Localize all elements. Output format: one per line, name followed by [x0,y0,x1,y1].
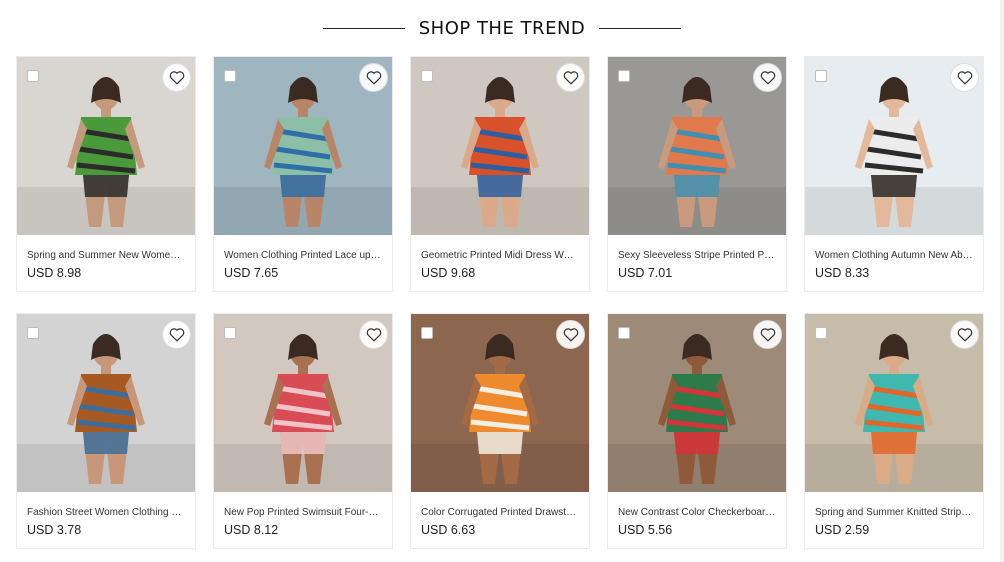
product-title[interactable]: Spring and Summer New Women r... [27,250,185,262]
select-checkbox[interactable] [421,327,433,339]
wishlist-button[interactable] [359,320,388,349]
heart-icon [366,328,381,342]
heart-icon [563,328,578,342]
product-image[interactable] [411,314,589,492]
product-info: Geometric Printed Midi Dress Wom... USD 9… [411,235,589,281]
product-price: USD 7.01 [618,266,673,280]
product-title[interactable]: Women Clothing Autumn New Abs... [815,250,973,262]
heart-icon [169,71,184,85]
product-image[interactable] [214,57,392,235]
wishlist-button[interactable] [162,63,191,92]
wishlist-button[interactable] [556,320,585,349]
product-card[interactable]: Fashion Street Women Clothing Str... USD … [16,313,196,549]
product-card[interactable]: Geometric Printed Midi Dress Wom... USD 9… [410,56,590,292]
product-image[interactable] [805,57,983,235]
select-checkbox[interactable] [27,327,39,339]
select-checkbox[interactable] [815,70,827,82]
product-price: USD 5.56 [618,523,673,537]
product-card[interactable]: Color Corrugated Printed Drawstrin... USD… [410,313,590,549]
product-price: USD 2.59 [815,523,870,537]
header-divider-left [322,27,405,29]
product-title[interactable]: Fashion Street Women Clothing Str... [27,507,185,519]
product-price: USD 8.98 [27,266,82,280]
header-divider-right [599,27,682,29]
wishlist-button[interactable] [753,63,782,92]
product-image[interactable] [17,57,195,235]
select-checkbox[interactable] [421,70,433,82]
wishlist-button[interactable] [162,320,191,349]
wishlist-button[interactable] [359,63,388,92]
product-card[interactable]: Women Clothing Printed Lace up S... USD 7… [213,56,393,292]
product-title[interactable]: Geometric Printed Midi Dress Wom... [421,250,579,262]
heart-icon [563,71,578,85]
select-checkbox[interactable] [224,70,236,82]
page-scrollbar[interactable] [1000,0,1004,562]
product-price: USD 6.63 [421,523,476,537]
product-card[interactable]: Sexy Sleeveless Stripe Printed Party... U… [607,56,787,292]
product-image[interactable] [608,314,786,492]
heart-icon [366,71,381,85]
product-image[interactable] [17,314,195,492]
product-price: USD 9.68 [421,266,476,280]
select-checkbox[interactable] [618,70,630,82]
product-price: USD 7.65 [224,266,279,280]
product-info: Color Corrugated Printed Drawstrin... USD… [411,492,589,538]
heart-icon [169,328,184,342]
product-image[interactable] [805,314,983,492]
select-checkbox[interactable] [618,327,630,339]
product-image[interactable] [608,57,786,235]
heart-icon [760,328,775,342]
product-image[interactable] [214,314,392,492]
product-info: New Pop Printed Swimsuit Four-Pie... USD … [214,492,392,538]
product-card[interactable]: Spring and Summer New Women r... USD 8.98 [16,56,196,292]
wishlist-button[interactable] [950,63,979,92]
product-price: USD 8.33 [815,266,870,280]
select-checkbox[interactable] [27,70,39,82]
select-checkbox[interactable] [224,327,236,339]
wishlist-button[interactable] [753,320,782,349]
product-info: Women Clothing Printed Lace up S... USD 7… [214,235,392,281]
product-title[interactable]: Color Corrugated Printed Drawstrin... [421,507,579,519]
product-title[interactable]: Sexy Sleeveless Stripe Printed Party... [618,250,776,262]
product-title[interactable]: Women Clothing Printed Lace up S... [224,250,382,262]
product-info: Sexy Sleeveless Stripe Printed Party... U… [608,235,786,281]
product-card[interactable]: Women Clothing Autumn New Abs... USD 8.33 [804,56,984,292]
heart-icon [760,71,775,85]
product-price: USD 3.78 [27,523,82,537]
section-header: SHOP THE TREND [0,14,1004,42]
product-info: Spring and Summer Knitted Stripe... USD 2… [805,492,983,538]
product-title[interactable]: Spring and Summer Knitted Stripe... [815,507,973,519]
product-info: Fashion Street Women Clothing Str... USD … [17,492,195,538]
heart-icon [957,71,972,85]
product-card[interactable]: Spring and Summer Knitted Stripe... USD 2… [804,313,984,549]
product-title[interactable]: New Contrast Color Checkerboard ... [618,507,776,519]
product-card[interactable]: New Pop Printed Swimsuit Four-Pie... USD … [213,313,393,549]
product-price: USD 8.12 [224,523,279,537]
select-checkbox[interactable] [815,327,827,339]
product-grid: Spring and Summer New Women r... USD 8.98… [16,56,984,549]
product-info: New Contrast Color Checkerboard ... USD 5… [608,492,786,538]
product-image[interactable] [411,57,589,235]
wishlist-button[interactable] [950,320,979,349]
product-card[interactable]: New Contrast Color Checkerboard ... USD 5… [607,313,787,549]
product-info: Spring and Summer New Women r... USD 8.98 [17,235,195,281]
section-title: SHOP THE TREND [418,17,586,39]
wishlist-button[interactable] [556,63,585,92]
product-info: Women Clothing Autumn New Abs... USD 8.33 [805,235,983,281]
heart-icon [957,328,972,342]
product-title[interactable]: New Pop Printed Swimsuit Four-Pie... [224,507,382,519]
